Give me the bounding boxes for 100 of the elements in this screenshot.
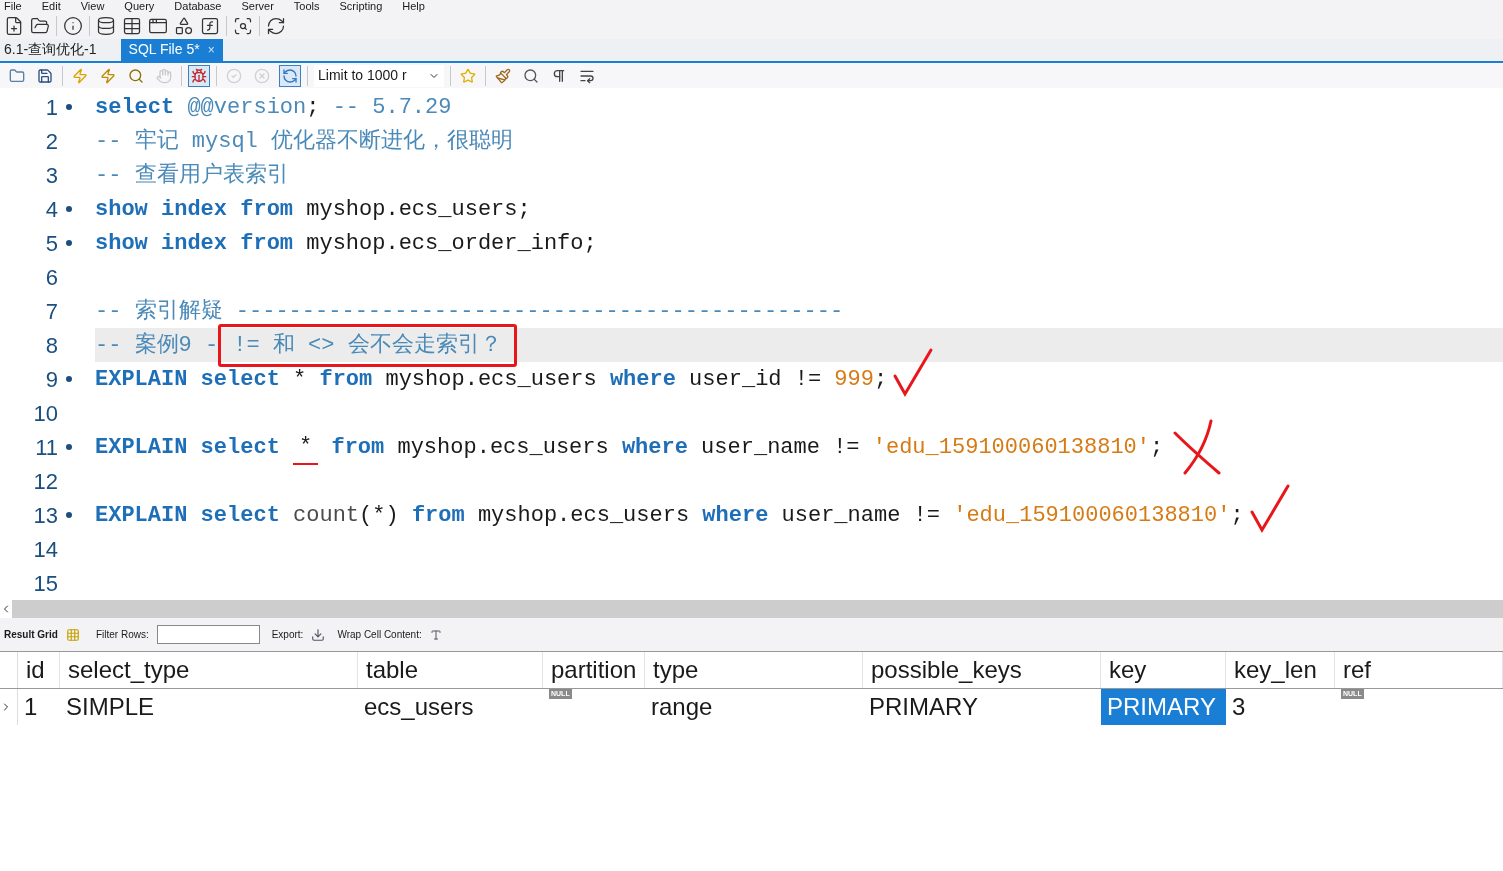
code-token: show index from (95, 196, 294, 224)
line-number: 12 (32, 468, 58, 496)
folder-icon (9, 67, 25, 84)
line-number: 6 (44, 264, 58, 292)
column-header[interactable]: table (358, 651, 543, 688)
lightning-icon (72, 67, 88, 84)
x-circle-icon (254, 67, 270, 84)
code-token: -- 牢记 mysql 优化器不断进化，很聪明 (95, 127, 514, 156)
menu-item[interactable]: File (4, 0, 22, 12)
scroll-left-icon[interactable] (0, 600, 12, 619)
line-number: 4 (44, 196, 58, 224)
column-header[interactable]: partition (543, 651, 645, 688)
refresh-icon[interactable] (266, 15, 286, 36)
code-token: 'edu_159100060138810' (872, 434, 1150, 462)
menu-item[interactable]: Server (241, 0, 274, 12)
column-header[interactable]: type (645, 651, 863, 688)
menu-item[interactable]: View (80, 0, 105, 12)
menu-item[interactable]: Help (402, 0, 425, 12)
new-file-icon[interactable] (4, 15, 24, 36)
pilcrow-icon (551, 67, 567, 84)
menu-item[interactable]: Database (174, 0, 222, 12)
code-token: * (292, 366, 308, 394)
line-number: 10 (32, 400, 58, 428)
bug-icon (191, 67, 207, 84)
filter-field[interactable] (156, 625, 260, 645)
line-number: 8 (44, 332, 58, 360)
code-token: -- 查看用户表索引 (95, 161, 289, 190)
line-number: 3 (44, 162, 58, 190)
code-token: count (293, 502, 360, 530)
grid-cell[interactable]: PRIMARY (1101, 688, 1226, 725)
inspect-icon[interactable] (233, 15, 253, 36)
refresh-button[interactable] (279, 64, 301, 87)
grid-cell[interactable]: range (645, 688, 863, 725)
function-icon[interactable] (200, 15, 220, 36)
line-number: 2 (44, 128, 58, 156)
brush-icon (495, 67, 511, 84)
code-token: myshop.ecs_users (396, 434, 610, 462)
code-token: 'edu_159100060138810' (953, 502, 1231, 530)
editor-tab[interactable]: 6.1-查询优化-1 (0, 38, 101, 61)
code-token: where (702, 502, 769, 530)
line-number: 11 (34, 434, 58, 462)
limit-dropdown[interactable]: Limit to 1000 r (314, 64, 444, 87)
menu-item[interactable]: Scripting (339, 0, 383, 12)
code-token: ; (1150, 434, 1164, 462)
code-token: -- 案例9 - (95, 331, 219, 360)
magnifier-icon (128, 67, 144, 84)
grid-cell[interactable]: ecs_users (358, 688, 543, 725)
export-icon[interactable] (311, 627, 326, 642)
code-token: EXPLAIN select (95, 366, 280, 394)
grid-cell[interactable]: 3 (1226, 688, 1335, 725)
code-token: myshop.ecs_users; (305, 196, 531, 224)
editor-tab[interactable]: SQL File 5* × (120, 38, 223, 61)
table-icon[interactable] (122, 15, 142, 36)
shapes-icon[interactable] (174, 15, 194, 36)
code-token: != 和 <> 会不会走索引？ (218, 324, 517, 367)
line-number: 7 (44, 298, 58, 326)
save-icon (37, 67, 53, 84)
info-icon[interactable] (63, 15, 83, 36)
code-token: EXPLAIN select (95, 434, 281, 462)
export-label: Export: (271, 628, 304, 643)
menu-item[interactable]: Tools (293, 0, 320, 12)
database-icon[interactable] (96, 15, 116, 36)
filter-label: Filter Rows: (95, 628, 149, 643)
menu-item[interactable]: Query (124, 0, 155, 12)
column-header[interactable]: id (18, 651, 60, 688)
line-number: 14 (32, 536, 58, 564)
code-token: ; (1230, 502, 1244, 530)
code-token: from (319, 366, 373, 394)
grid-cell[interactable]: PRIMARY (863, 688, 1101, 725)
code-token: show index from (95, 230, 294, 258)
search-icon (523, 67, 539, 84)
code-token: where (621, 434, 688, 462)
menu-item[interactable]: Edit (41, 0, 61, 12)
hand-icon (156, 67, 172, 84)
code-token: ; (873, 366, 888, 394)
column-header[interactable]: key_len (1226, 651, 1335, 688)
code-token: (*) (359, 502, 400, 530)
code-token: EXPLAIN select (95, 502, 281, 530)
grid-cell[interactable]: 1 (18, 688, 60, 725)
column-header[interactable]: possible_keys (863, 651, 1101, 688)
star-icon (460, 67, 476, 84)
wrap-cell-icon[interactable] (429, 628, 442, 641)
bug-button[interactable] (188, 64, 210, 87)
line-number: 1 (44, 94, 58, 122)
horizontal-scrollbar[interactable] (0, 600, 1503, 619)
code-token: myshop.ecs_order_info; (305, 230, 597, 258)
folder-icon[interactable] (30, 15, 50, 36)
code-token: user_name != (780, 502, 941, 530)
code-token: from (411, 502, 465, 530)
code-token: myshop.ecs_users (384, 366, 598, 394)
grid-cell[interactable]: SIMPLE (60, 688, 358, 725)
code-token: 999 (834, 366, 874, 394)
column-header[interactable]: select_type (60, 651, 358, 688)
code-token: -- 5.7.29 (332, 94, 452, 122)
column-header[interactable]: key (1101, 651, 1226, 688)
code-token: user_id != (688, 366, 823, 394)
line-number: 15 (32, 570, 58, 598)
line-number: 9 (44, 366, 58, 394)
column-header[interactable]: ref (1335, 651, 1503, 688)
line-number: 5 (44, 230, 58, 258)
